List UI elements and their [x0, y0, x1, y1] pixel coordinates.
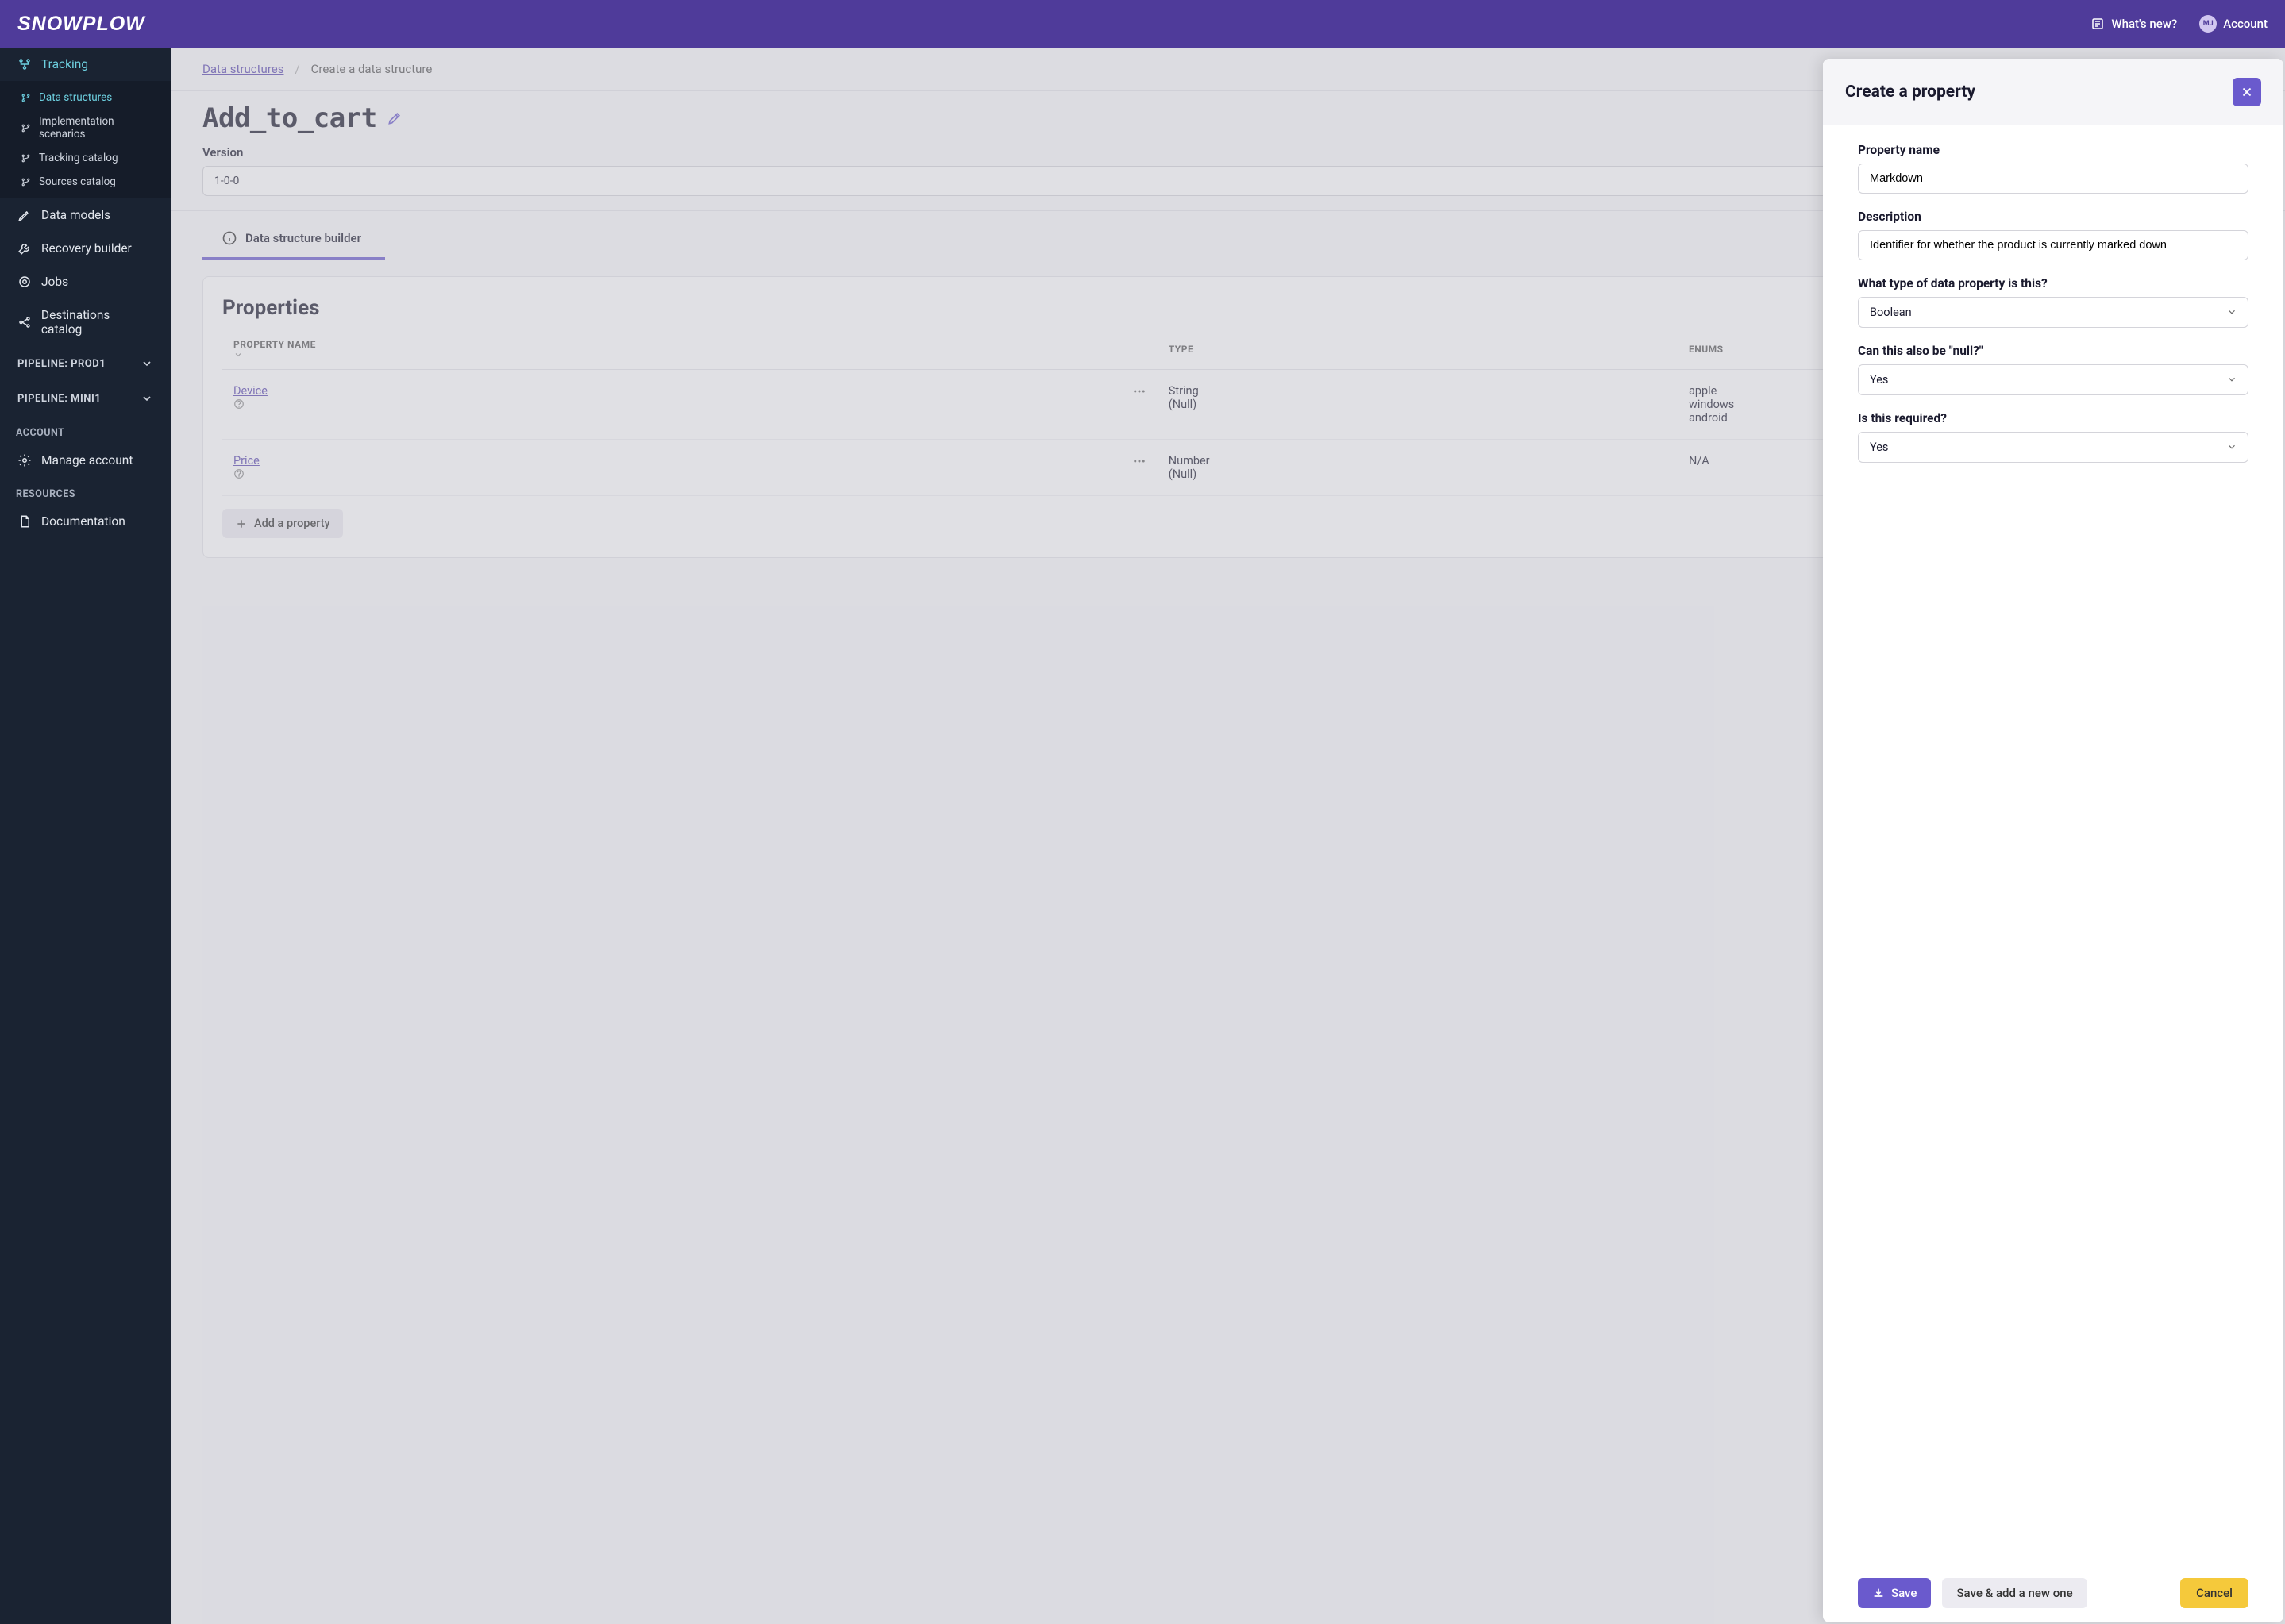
panel-title: Create a property: [1845, 83, 1975, 102]
close-icon: [2240, 85, 2254, 99]
sidebar-item-label: Manage account: [41, 453, 133, 468]
subnav-label: Tracking catalog: [39, 152, 118, 164]
description-input[interactable]: [1858, 230, 2248, 260]
null-select[interactable]: Yes: [1858, 364, 2248, 395]
subnav-label: Data structures: [39, 91, 112, 104]
sidebar-subnav: Data structures Implementation scenarios…: [0, 81, 171, 198]
destinations-icon: [17, 315, 32, 329]
download-icon: [1872, 1587, 1885, 1599]
avatar: MJ: [2199, 15, 2217, 33]
header-actions: What's new? MJ Account: [2090, 15, 2268, 33]
panel-body: Property name Description What type of d…: [1823, 125, 2283, 1564]
sidebar-item-label: Recovery builder: [41, 241, 132, 256]
chevron-down-icon: [141, 357, 153, 370]
save-label: Save: [1891, 1586, 1917, 1600]
chevron-down-icon: [141, 392, 153, 405]
null-label: Can this also be "null?": [1858, 344, 2248, 358]
required-value: Yes: [1870, 441, 1888, 454]
subnav-label: Implementation scenarios: [39, 115, 150, 140]
panel-footer: Save Save & add a new one Cancel: [1823, 1564, 2283, 1622]
null-value: Yes: [1870, 373, 1888, 387]
branch-icon: [21, 93, 31, 103]
modal-overlay[interactable]: Create a property Property name Descript…: [171, 48, 2285, 1624]
app-header: SNOWPLOW What's new? MJ Account: [0, 0, 2285, 48]
sidebar-item-implementation-scenarios[interactable]: Implementation scenarios: [0, 110, 171, 146]
main-content: Data structures / Create a data structur…: [171, 48, 2285, 1624]
type-select[interactable]: Boolean: [1858, 297, 2248, 328]
gear-ring-icon: [17, 275, 32, 289]
whats-new-label: What's new?: [2111, 17, 2177, 31]
resources-section-label: RESOURCES: [0, 477, 171, 505]
gear-icon: [17, 453, 32, 468]
whats-new-link[interactable]: What's new?: [2090, 17, 2177, 31]
sidebar-item-jobs[interactable]: Jobs: [0, 265, 171, 298]
cancel-button[interactable]: Cancel: [2180, 1578, 2248, 1608]
save-add-button[interactable]: Save & add a new one: [1942, 1578, 2087, 1608]
account-menu[interactable]: MJ Account: [2199, 15, 2268, 33]
pencil-line-icon: [17, 208, 32, 222]
save-button[interactable]: Save: [1858, 1578, 1931, 1608]
logo: SNOWPLOW: [17, 13, 145, 36]
sidebar-item-label: Data models: [41, 208, 110, 222]
type-label: What type of data property is this?: [1858, 276, 2248, 291]
sidebar-item-recovery-builder[interactable]: Recovery builder: [0, 232, 171, 265]
pipeline-label: PIPELINE: MINI1: [17, 393, 101, 405]
sidebar-item-label: Tracking: [41, 57, 88, 71]
description-label: Description: [1858, 210, 2248, 224]
sidebar-item-tracking[interactable]: Tracking: [0, 48, 171, 81]
property-name-input[interactable]: [1858, 164, 2248, 194]
branch-icon: [21, 153, 31, 164]
sidebar-item-manage-account[interactable]: Manage account: [0, 444, 171, 477]
pipeline-label: PIPELINE: PROD1: [17, 358, 106, 370]
close-panel-button[interactable]: [2233, 78, 2261, 106]
sidebar-item-sources-catalog[interactable]: Sources catalog: [0, 170, 171, 194]
required-label: Is this required?: [1858, 411, 2248, 425]
sidebar-item-data-structures[interactable]: Data structures: [0, 86, 171, 110]
document-icon: [17, 514, 32, 529]
wrench-icon: [17, 241, 32, 256]
sidebar-item-label: Jobs: [41, 275, 68, 289]
account-section-label: ACCOUNT: [0, 416, 171, 444]
account-label: Account: [2223, 17, 2268, 31]
sidebar-item-label: Documentation: [41, 514, 125, 529]
newspaper-icon: [2090, 17, 2105, 31]
sidebar-item-label: Destinations catalog: [41, 308, 153, 337]
branch-icon: [21, 123, 31, 133]
sidebar-item-data-models[interactable]: Data models: [0, 198, 171, 232]
sidebar: Tracking Data structures Implementation …: [0, 48, 171, 1624]
branch-icon: [21, 177, 31, 187]
sidebar-item-tracking-catalog[interactable]: Tracking catalog: [0, 146, 171, 170]
subnav-label: Sources catalog: [39, 175, 116, 188]
network-icon: [17, 57, 32, 71]
property-name-label: Property name: [1858, 143, 2248, 157]
pipeline-mini1-toggle[interactable]: PIPELINE: MINI1: [0, 381, 171, 416]
sidebar-item-destinations-catalog[interactable]: Destinations catalog: [0, 298, 171, 346]
pipeline-prod1-toggle[interactable]: PIPELINE: PROD1: [0, 346, 171, 381]
required-select[interactable]: Yes: [1858, 432, 2248, 463]
type-value: Boolean: [1870, 306, 1912, 319]
panel-header: Create a property: [1823, 59, 2283, 125]
sidebar-item-documentation[interactable]: Documentation: [0, 505, 171, 538]
create-property-panel: Create a property Property name Descript…: [1823, 59, 2283, 1622]
